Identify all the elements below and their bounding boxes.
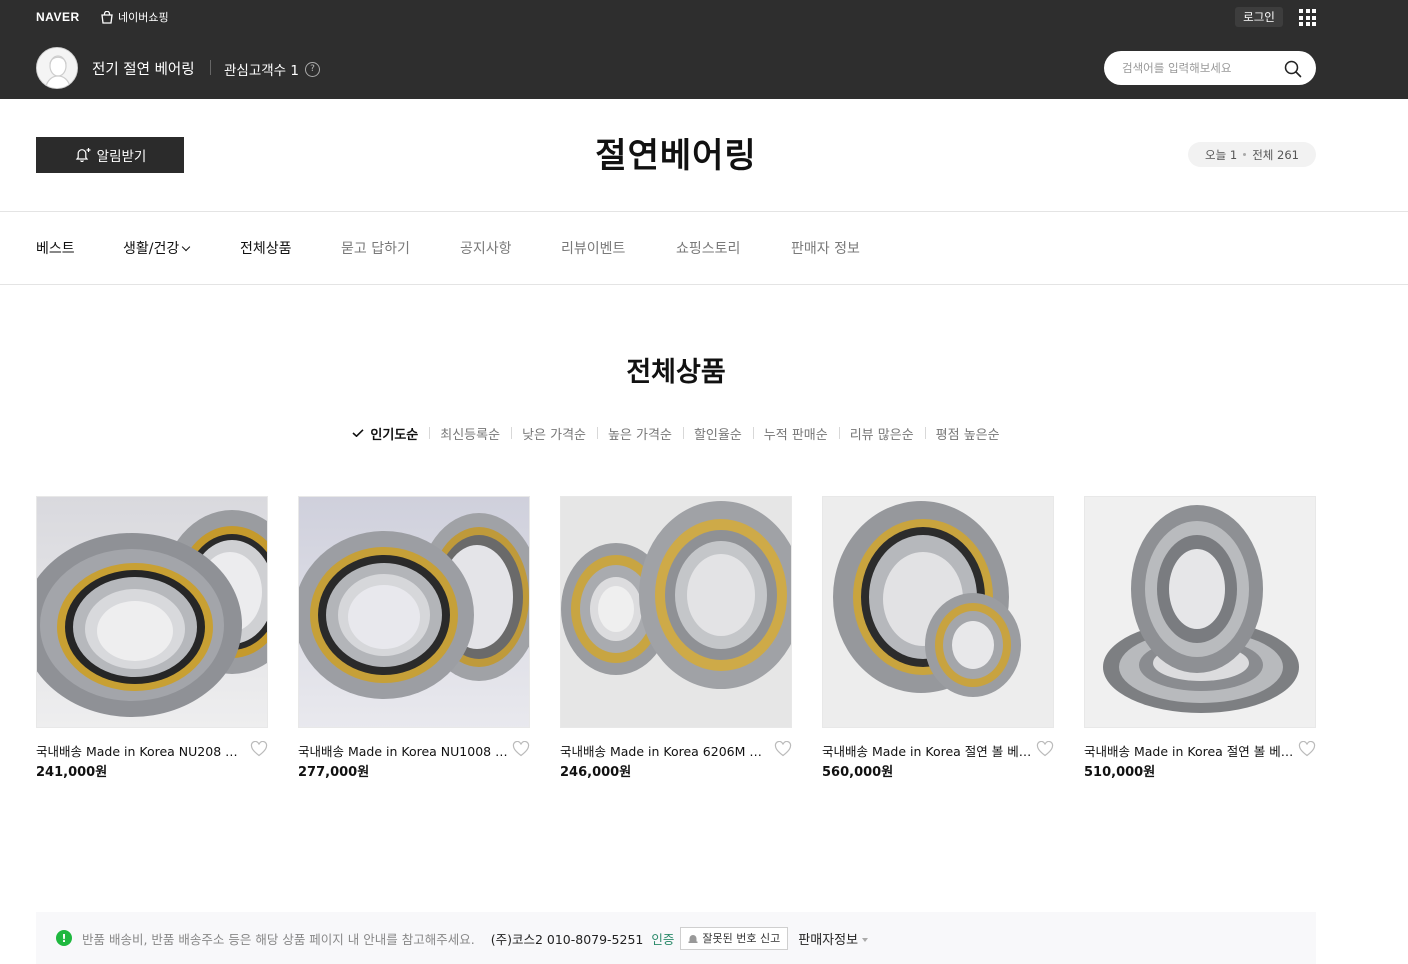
chevron-down-icon [182,242,191,252]
product-image[interactable] [822,496,1054,728]
store-name[interactable]: 전기 절연 베어링 [92,58,195,79]
naver-shopping-label: 네이버쇼핑 [118,11,169,24]
product-image[interactable] [36,496,268,728]
product-card[interactable]: 국내배송 Made in Korea 절연 볼 베어링 510,000원 [1084,496,1316,786]
return-notice: 반품 배송비, 반품 배송주소 등은 해당 상품 페이지 내 안내를 참고해주세… [82,931,475,947]
help-icon[interactable]: ? [304,61,320,77]
dot-separator [1243,153,1247,156]
product-card[interactable]: 국내배송 Made in Korea NU1008 절연 베어링 277,000… [298,496,530,786]
check-icon [352,429,364,437]
apps-grid-icon[interactable] [1299,9,1316,26]
sort-newest[interactable]: 최신등록순 [429,424,511,443]
exclamation-icon: ! [56,930,72,946]
cert-link[interactable]: 인증 [651,929,674,948]
return-info-bar: ! 반품 배송비, 반품 배송주소 등은 해당 상품 페이지 내 안내를 참고해… [36,912,1316,964]
visitor-count: 오늘 1 전체 261 [1188,142,1316,167]
sort-price-low[interactable]: 낮은 가격순 [511,424,597,443]
search-input[interactable] [1122,59,1272,77]
product-name[interactable]: 국내배송 Made in Korea 절연 볼 베어링 [1084,741,1296,760]
report-number-button[interactable]: 잘못된 번호 신고 [680,926,789,950]
visits-today: 오늘 1 [1205,147,1238,162]
product-name[interactable]: 국내배송 Made in Korea 절연 볼 베어링 [822,741,1034,760]
product-price: 560,000원 [822,765,894,780]
heart-icon[interactable] [1298,741,1316,757]
sort-rating[interactable]: 평점 높은순 [924,424,1011,443]
product-image[interactable] [560,496,792,728]
profile-icon [37,48,77,88]
divider-line [0,211,1408,212]
product-name[interactable]: 국내배송 Made in Korea NU1008 절연 베어링 [298,741,510,760]
fans-label: 관심고객수 1 [224,63,299,79]
search-icon[interactable] [1284,60,1302,78]
heart-icon[interactable] [1036,741,1054,757]
top-header: NAVER 네이버쇼핑 로그인 전기 절연 베어링 관심고객수 1 ? [0,0,1408,99]
seller-phone: (주)코스2 010-8079-5251 [490,931,644,947]
heart-icon[interactable] [774,741,792,757]
heart-icon[interactable] [512,741,530,757]
product-price: 246,000원 [560,765,632,780]
sort-options: 인기도순 최신등록순 낮은 가격순 높은 가격순 할인율순 누적 판매순 리뷰 … [0,424,1352,443]
product-price: 510,000원 [1084,765,1156,780]
visits-total: 전체 261 [1252,147,1299,162]
nav-shopping-story[interactable]: 쇼핑스토리 [676,238,740,258]
product-card[interactable]: 국내배송 Made in Korea 절연 볼 베어링 560,000원 [822,496,1054,786]
naver-logo[interactable]: NAVER [36,10,80,24]
heart-icon[interactable] [250,741,268,757]
store-title[interactable]: 절연베어링 [0,128,1352,177]
nav-seller-info[interactable]: 판매자 정보 [791,238,860,258]
sort-discount[interactable]: 할인율순 [682,424,753,443]
report-label: 잘못된 번호 신고 [702,932,781,945]
product-price: 241,000원 [36,765,108,780]
fans-count: 관심고객수 1 ? [224,59,320,79]
nav-review-event[interactable]: 리뷰이벤트 [561,238,625,258]
product-image[interactable] [1084,496,1316,728]
product-price: 277,000원 [298,765,370,780]
section-title: 전체상품 [626,357,726,388]
sort-sales[interactable]: 누적 판매순 [752,424,839,443]
store-avatar[interactable] [36,47,78,89]
product-name[interactable]: 국내배송 Made in Korea 6206M 절연 베어링 [560,741,772,760]
naver-shopping-link[interactable]: 네이버쇼핑 [100,9,169,25]
divider-line [0,284,1408,285]
header-divider [210,60,211,75]
sort-popular[interactable]: 인기도순 [341,424,429,443]
seller-info-toggle[interactable]: 판매자정보 [798,929,869,948]
product-name[interactable]: 국내배송 Made in Korea NU208 절연 베어링 [36,741,248,760]
product-card[interactable]: 국내배송 Made in Korea NU208 절연 베어링 241,000원 [36,496,268,786]
nav-notice[interactable]: 공지사항 [460,238,512,258]
product-card[interactable]: 국내배송 Made in Korea 6206M 절연 베어링 246,000원 [560,496,792,786]
sort-price-high[interactable]: 높은 가격순 [597,424,683,443]
nav-qna[interactable]: 묻고 답하기 [341,238,410,258]
login-button[interactable]: 로그인 [1235,7,1283,27]
nav-best[interactable]: 베스트 [36,238,75,258]
caret-down-icon [862,937,869,942]
nav-category-dropdown[interactable]: 생활/건강 [123,238,191,258]
product-image[interactable] [298,496,530,728]
siren-icon [688,935,698,943]
nav-all-products[interactable]: 전체상품 [240,238,292,258]
shopping-bag-icon [101,10,113,24]
sort-reviews[interactable]: 리뷰 많은순 [838,424,925,443]
